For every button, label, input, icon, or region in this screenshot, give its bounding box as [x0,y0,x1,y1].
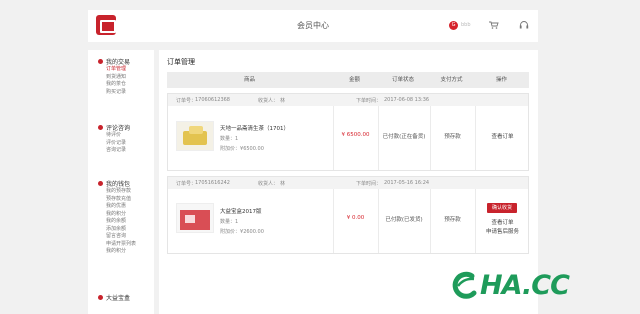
column-header-payment: 支付方式 [440,77,463,83]
sidebar-item-invoice-list[interactable]: 申请开票列表 [98,241,136,249]
order-header: 订单号： 17060612368 收货人： 林 下单时间： 2017-06-08… [168,94,528,106]
column-header-actions: 操作 [495,77,507,83]
watermark-text: HA.CC [480,269,570,301]
sidebar-item-messages[interactable]: 留言咨询 [98,233,136,241]
order-number-label: 订单号： [176,181,197,187]
product-price: 附加价：¥6500.00 [220,145,264,152]
section-dot-icon [98,59,103,64]
sidebar-item-review-history[interactable]: 评价记录 [98,140,130,148]
quantity-label: 数量： [220,136,236,142]
price-value: ¥2600.00 [240,229,264,235]
sidebar-item-purchase-history[interactable]: 购买记录 [98,89,130,97]
product-thumbnail[interactable] [176,203,214,233]
sidebar-section-label: 大益宝盒 [106,295,131,302]
sidebar-item-deposit-recharge[interactable]: 预存款充值 [98,196,136,204]
receiver-name: 林 [280,98,286,104]
quantity-label: 数量： [220,219,236,225]
sidebar-section-label: 评论咨询 [106,125,131,132]
sidebar-item-arrival-notice[interactable]: 到货通知 [98,74,130,82]
sidebar-item-coupons[interactable]: 我的优惠 [98,203,136,211]
column-header-product: 商品 [243,77,255,83]
top-header: 会员中心 G bbb [88,10,538,42]
sidebar-item-points[interactable]: 我的积分 [98,211,136,219]
product-thumbnail[interactable] [176,121,214,151]
watermark-c-icon [452,271,477,299]
sidebar-section-trade: 我的交易 订单管理 到货通知 我的茶仓 购买记录 [98,57,130,96]
sidebar-item-tea-storage[interactable]: 我的茶仓 [98,81,130,89]
watermark-logo: HA.CC [452,268,570,302]
column-header-status: 订单状态 [391,77,414,83]
sidebar-section-giftbox: 大益宝盒 [98,293,130,302]
order-time-label: 下单时间： [356,98,382,104]
headset-icon[interactable] [519,20,529,30]
order-row: 订单号： 17060612368 收货人： 林 下单时间： 2017-06-08… [167,93,529,171]
sidebar-section-reviews: 评论咨询 待评价 评价记录 咨询记录 [98,123,130,155]
column-divider [333,106,334,170]
order-status: 已付款(已发货) [385,217,423,223]
order-amount: ¥ 6500.00 [341,132,370,138]
section-dot-icon [98,295,103,300]
price-label: 附加价： [220,146,241,152]
order-number: 17060612368 [195,97,230,103]
column-divider [333,189,334,253]
product-name[interactable]: 天地一品斋清生茶（1701） [220,124,289,132]
confirm-receipt-button[interactable]: 确认收货 [487,203,517,213]
sidebar-item-deposit[interactable]: 我的预存款 [98,188,136,196]
order-number-label: 订单号： [176,98,197,104]
receiver-label: 收货人： [258,181,279,187]
sidebar-item-inquiry-history[interactable]: 咨询记录 [98,147,130,155]
quantity-value: 1 [235,136,239,142]
section-dot-icon [98,181,103,186]
after-sales-link[interactable]: 申请售后服务 [475,227,530,235]
quantity-value: 1 [235,219,239,225]
section-title: 订单管理 [167,58,195,66]
sidebar-item-orders[interactable]: 订单管理 [98,66,130,74]
sidebar-section-label: 我的交易 [106,59,131,66]
view-order-link[interactable]: 查看订单 [475,218,530,226]
sidebar-section-title[interactable]: 大益宝盒 [98,293,130,302]
section-dot-icon [98,125,103,130]
username-label[interactable]: bbb [461,22,471,28]
payment-method: 预存款 [444,134,461,140]
order-row: 订单号： 17051616242 收货人： 林 下单时间： 2017-05-16… [167,176,529,254]
order-time-label: 下单时间： [356,181,382,187]
sidebar: 我的交易 订单管理 到货通知 我的茶仓 购买记录 评论咨询 待评价 评价记录 咨… [88,50,154,314]
price-label: 附加价： [220,229,241,235]
sidebar-section-title[interactable]: 我的钱包 [98,179,136,188]
table-header: 商品 金额 订单状态 支付方式 操作 [167,72,529,88]
product-quantity: 数量：1 [220,135,238,142]
receiver-name: 林 [280,181,286,187]
order-time: 2017-05-16 16:24 [384,180,430,186]
view-order-link[interactable]: 查看订单 [475,132,530,140]
product-name[interactable]: 大益宝盒2017版 [220,207,262,215]
sidebar-section-title[interactable]: 评论咨询 [98,123,130,132]
price-value: ¥6500.00 [240,146,264,152]
receiver-label: 收货人： [258,98,279,104]
order-header: 订单号： 17051616242 收货人： 林 下单时间： 2017-05-16… [168,177,528,189]
sidebar-item-add-balance[interactable]: 添加余额 [98,226,136,234]
sidebar-item-pending-review[interactable]: 待评价 [98,132,130,140]
product-price: 附加价：¥2600.00 [220,228,264,235]
order-status: 已付款(正在备货) [382,134,426,140]
sidebar-section-title[interactable]: 我的交易 [98,57,130,66]
order-number: 17051616242 [195,180,230,186]
cart-icon[interactable] [489,21,499,29]
payment-method: 预存款 [444,217,461,223]
order-time: 2017-06-08 13:36 [384,97,430,103]
user-avatar[interactable]: G [449,21,458,30]
sidebar-section-wallet: 我的钱包 我的预存款 预存款充值 我的优惠 我的积分 我的余额 添加余额 留言咨… [98,179,136,256]
sidebar-section-label: 我的钱包 [106,181,131,188]
order-amount: ¥ 0.00 [346,215,365,221]
product-quantity: 数量：1 [220,218,238,225]
column-header-amount: 金额 [348,77,360,83]
sidebar-item-my-points[interactable]: 我的积分 [98,248,136,256]
sidebar-item-balance[interactable]: 我的余额 [98,218,136,226]
